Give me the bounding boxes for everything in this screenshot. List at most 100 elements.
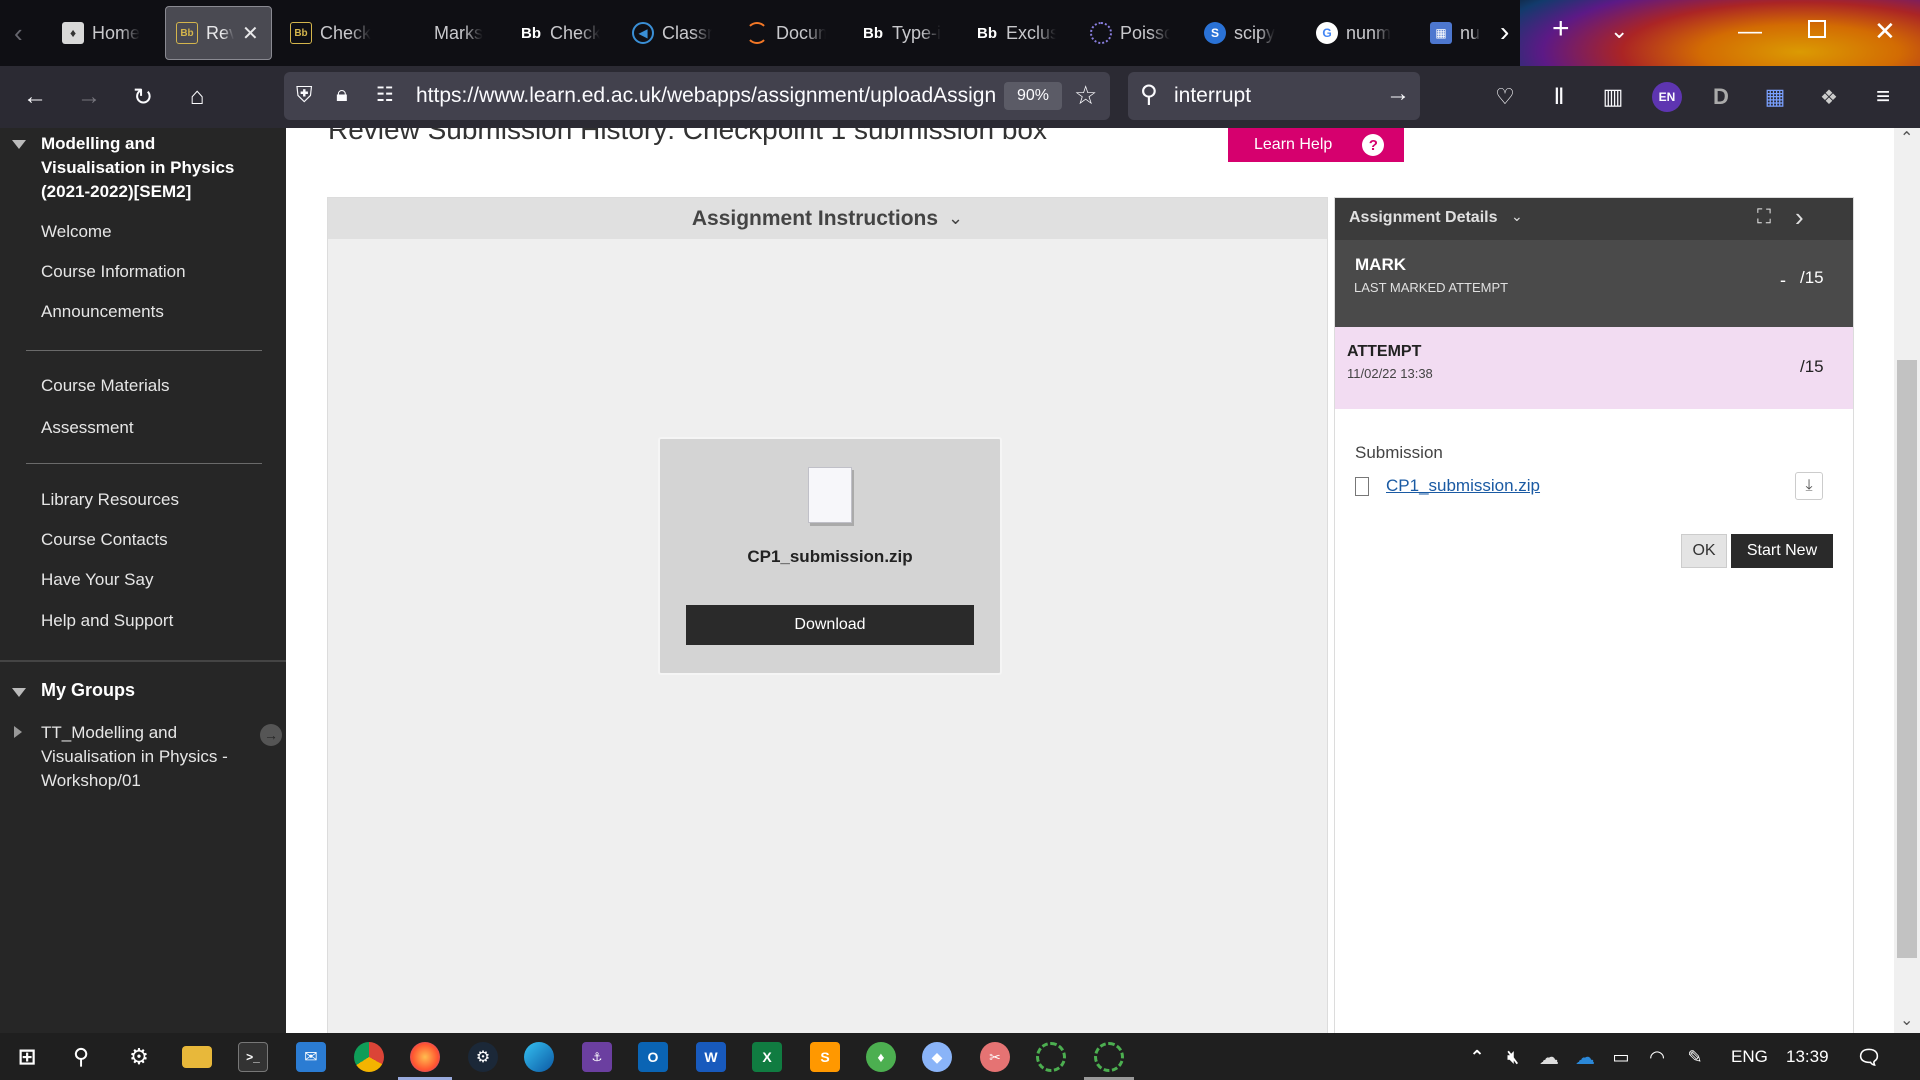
windows-start-icon[interactable]: ⊞	[12, 1042, 42, 1072]
download-button[interactable]: Download	[686, 605, 974, 645]
outlook-icon[interactable]: O	[638, 1042, 668, 1072]
tab-1-active[interactable]: Bb Rev ✕	[165, 6, 272, 60]
fullscreen-icon[interactable]: ⛶	[1757, 206, 1771, 229]
extension-puzzle-icon[interactable]: ❖	[1812, 80, 1846, 114]
battery-icon[interactable]: ▭	[1606, 1042, 1636, 1072]
chrome-icon[interactable]	[354, 1042, 384, 1072]
close-window-button[interactable]: ✕	[1874, 16, 1896, 47]
extension-d-icon[interactable]: D	[1704, 80, 1738, 114]
group-options-arrow-icon[interactable]: →	[260, 724, 282, 746]
extension-grid-icon[interactable]: ▦	[1758, 80, 1792, 114]
search-icon[interactable]: ⚲	[66, 1042, 96, 1072]
tab-12[interactable]: ▦ nu	[1420, 6, 1500, 60]
scroll-up-chevron-icon[interactable]: ⌃	[1900, 128, 1913, 148]
tab-11[interactable]: G nunm	[1306, 6, 1406, 60]
scrollbar-thumb[interactable]	[1897, 360, 1917, 958]
collapse-panel-chevron-icon[interactable]: ›	[1795, 202, 1804, 233]
menu-item-assessment[interactable]: Assessment	[41, 418, 134, 438]
download-submission-icon[interactable]: ⤓	[1795, 472, 1823, 500]
collapse-groups-triangle-icon[interactable]	[12, 688, 26, 697]
spinner-app-icon[interactable]	[1094, 1042, 1124, 1072]
tab-5[interactable]: ◀ Classr	[622, 6, 722, 60]
menu-item-have-your-say[interactable]: Have Your Say	[41, 570, 153, 590]
tab-9[interactable]: Poissc	[1080, 6, 1180, 60]
tab-6[interactable]: Docum	[736, 6, 836, 60]
menu-item-course-materials[interactable]: Course Materials	[41, 376, 170, 396]
shield-icon[interactable]: ⛨	[296, 82, 313, 108]
permissions-icon[interactable]: ☷	[376, 82, 394, 107]
start-new-button[interactable]: Start New	[1731, 534, 1833, 568]
sublime-icon[interactable]: S	[810, 1042, 840, 1072]
reload-icon[interactable]: ↻	[126, 80, 160, 114]
library-icon[interactable]: Ⅱ	[1542, 80, 1576, 114]
menu-item-course-contacts[interactable]: Course Contacts	[41, 530, 168, 550]
tab-4[interactable]: Bb Check	[510, 6, 610, 60]
show-hidden-icons-chevron-icon[interactable]: ⌃	[1462, 1042, 1492, 1072]
menu-item-welcome[interactable]: Welcome	[41, 222, 112, 242]
profile-badge[interactable]: EN	[1652, 82, 1682, 112]
details-chevron-down-icon[interactable]: ⌄	[1511, 208, 1523, 225]
search-input[interactable]: interrupt	[1174, 84, 1251, 108]
paint3d-icon[interactable]: ◆	[922, 1042, 952, 1072]
settings-gear-icon[interactable]: ⚙	[124, 1042, 154, 1072]
group-link[interactable]: TT_Modelling and Visualisation in Physic…	[41, 721, 241, 793]
sidebar-icon[interactable]: ▥	[1596, 80, 1630, 114]
details-heading[interactable]: Assignment Details	[1349, 209, 1497, 227]
onedrive-business-icon[interactable]: ☁	[1570, 1042, 1600, 1072]
app-icon[interactable]: ⚓	[582, 1042, 612, 1072]
scroll-tabs-left-button[interactable]: ‹	[14, 18, 23, 49]
my-groups-heading[interactable]: My Groups	[41, 680, 135, 701]
collapse-course-triangle-icon[interactable]	[12, 140, 26, 149]
menu-hamburger-icon[interactable]: ≡	[1866, 80, 1900, 114]
close-tab-icon[interactable]: ✕	[242, 21, 259, 46]
lock-icon[interactable]: 🔒︎	[336, 81, 348, 107]
menu-item-library-resources[interactable]: Library Resources	[41, 490, 179, 510]
new-tab-button[interactable]: +	[1552, 12, 1570, 46]
tab-10[interactable]: S scipy	[1194, 6, 1294, 60]
learn-help-button[interactable]: Learn Help ?	[1228, 128, 1404, 162]
search-go-arrow-icon[interactable]: →	[1386, 80, 1410, 108]
tab-3[interactable]: Marks	[394, 6, 494, 60]
excel-icon[interactable]: X	[752, 1042, 782, 1072]
file-explorer-icon[interactable]	[182, 1046, 212, 1068]
paint-icon[interactable]: ♦	[866, 1042, 896, 1072]
clock[interactable]: 13:39	[1786, 1047, 1829, 1067]
expand-group-triangle-icon[interactable]	[14, 726, 22, 738]
url-bar[interactable]: ⛨ 🔒︎ ☷ https://www.learn.ed.ac.uk/webapp…	[284, 72, 1110, 120]
search-bar[interactable]: ⚲ interrupt →	[1128, 72, 1420, 120]
tab-7[interactable]: Bb Type-i	[852, 6, 952, 60]
language-indicator[interactable]: ENG	[1731, 1047, 1768, 1067]
ok-button[interactable]: OK	[1681, 534, 1727, 568]
home-icon[interactable]: ⌂	[180, 80, 214, 114]
zoom-level[interactable]: 90%	[1004, 82, 1062, 110]
menu-item-course-information[interactable]: Course Information	[41, 262, 186, 282]
onedrive-personal-icon[interactable]: ☁	[1534, 1042, 1564, 1072]
back-arrow-icon[interactable]: ←	[18, 80, 52, 114]
pocket-icon[interactable]: ♡	[1488, 80, 1522, 114]
firefox-icon[interactable]	[410, 1042, 440, 1072]
steam-icon[interactable]: ⚙	[468, 1042, 498, 1072]
page-scrollbar[interactable]: ⌃ ⌄	[1894, 128, 1920, 1033]
pen-icon[interactable]: ✎	[1680, 1042, 1710, 1072]
mail-icon[interactable]: ✉	[296, 1042, 326, 1072]
submission-file-link[interactable]: CP1_submission.zip	[1386, 476, 1540, 496]
notifications-icon[interactable]: 🗨︎	[1854, 1042, 1884, 1072]
tab-0[interactable]: ♦ Home	[52, 6, 160, 60]
wifi-icon[interactable]: ◠	[1642, 1042, 1672, 1072]
maximize-button[interactable]	[1808, 20, 1826, 38]
scroll-tabs-right-button[interactable]: ›	[1500, 16, 1509, 48]
forward-arrow-icon[interactable]: →	[72, 80, 106, 114]
terminal-icon[interactable]: >_	[238, 1042, 268, 1072]
volume-muted-icon[interactable]: 🔇︎	[1498, 1042, 1528, 1072]
menu-item-announcements[interactable]: Announcements	[41, 302, 164, 322]
tab-8[interactable]: Bb Exclus	[966, 6, 1066, 60]
course-title[interactable]: Modelling and Visualisation in Physics (…	[41, 132, 261, 204]
scroll-down-chevron-icon[interactable]: ⌄	[1900, 1010, 1913, 1030]
tab-2[interactable]: Bb Check	[280, 6, 388, 60]
bookmark-star-icon[interactable]: ☆	[1074, 80, 1097, 111]
url-text[interactable]: https://www.learn.ed.ac.uk/webapps/assig…	[416, 84, 996, 108]
menu-item-help-and-support[interactable]: Help and Support	[41, 611, 173, 631]
attempt-row[interactable]: ATTEMPT 11/02/22 13:38 /15	[1335, 327, 1853, 409]
spinner-app-icon[interactable]	[1036, 1042, 1066, 1072]
word-icon[interactable]: W	[696, 1042, 726, 1072]
